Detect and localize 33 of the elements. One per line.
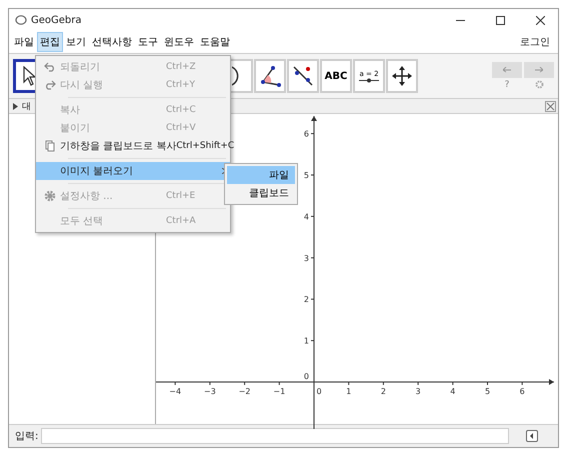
y-axis-label: 2 bbox=[304, 295, 309, 304]
x-axis-label: −2 bbox=[238, 387, 250, 396]
menu-item[interactable]: 파일 bbox=[11, 32, 37, 52]
y-axis-label: 4 bbox=[304, 212, 309, 222]
window-title: GeoGebra bbox=[31, 14, 83, 26]
menu-item[interactable]: 보기 bbox=[63, 32, 89, 52]
submenu-entry[interactable]: 파일 bbox=[227, 166, 295, 184]
x-axis-label: −3 bbox=[204, 387, 216, 396]
menu-item[interactable]: 윈도우 bbox=[161, 32, 197, 52]
menu-item[interactable]: 선택사항 bbox=[89, 32, 135, 52]
y-axis-label: 0 bbox=[304, 372, 309, 381]
menu-item[interactable]: 도구 bbox=[135, 32, 161, 52]
text-tool-button[interactable]: ABC bbox=[320, 59, 352, 93]
menu-item[interactable]: 편집 bbox=[37, 32, 63, 52]
x-axis-label: 2 bbox=[380, 387, 386, 396]
input-label: 입력: bbox=[15, 430, 38, 443]
y-axis-label: 3 bbox=[304, 254, 309, 263]
x-axis-label: 6 bbox=[520, 387, 525, 396]
menu-item[interactable]: 도움말 bbox=[197, 32, 233, 52]
login-link[interactable]: 로그인 bbox=[520, 35, 550, 49]
x-axis-label: 0 bbox=[316, 387, 322, 396]
y-axis-label: 1 bbox=[304, 336, 309, 346]
menu-entry[interactable]: 이미지 불러오기 bbox=[36, 162, 230, 180]
submenu-entry[interactable]: 클립보드 bbox=[227, 184, 295, 202]
x-axis-label: 4 bbox=[450, 387, 456, 396]
x-axis-label: −4 bbox=[169, 387, 182, 396]
x-axis-label: 1 bbox=[346, 387, 352, 396]
y-axis-label: 5 bbox=[304, 171, 309, 180]
algebra-view-title: 대 bbox=[22, 100, 31, 112]
x-axis-label: 3 bbox=[416, 387, 421, 396]
x-axis-label: 5 bbox=[484, 387, 490, 396]
x-axis-label: −1 bbox=[273, 387, 286, 396]
y-axis-label: 6 bbox=[304, 130, 309, 139]
